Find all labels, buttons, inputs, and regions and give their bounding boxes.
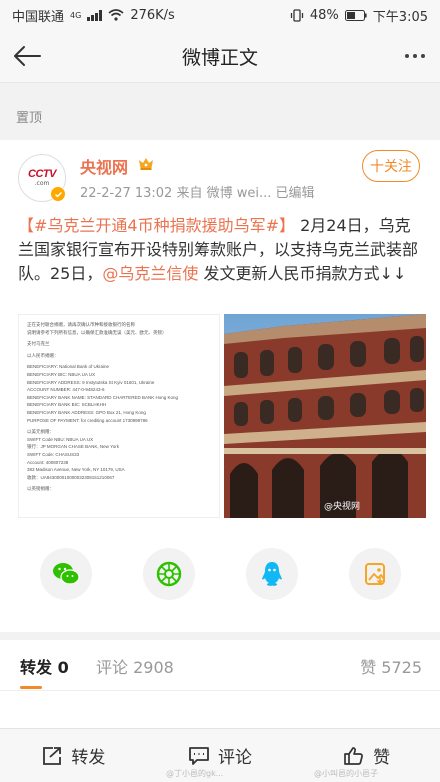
back-button[interactable] — [10, 40, 44, 72]
share-wechat-button[interactable] — [39, 548, 92, 600]
network-speed: 276K/s — [130, 7, 175, 23]
battery-percent: 48% — [309, 7, 339, 23]
doc-line: 收款：UA843000010000032308151210067 — [27, 474, 115, 480]
arrow-left-icon — [14, 46, 41, 66]
tab-like[interactable]: 赞 5725 — [360, 654, 422, 678]
pinned-section: 置顶 — [0, 82, 440, 140]
doc-line: BENEFICIARY ADDRESS: 9 Instytutska St Ky… — [27, 379, 155, 385]
clock: 下午3:05 — [372, 9, 428, 25]
doc-line: 银行：JP MORGAN CHASE BANK, New York — [27, 444, 119, 450]
bottom-watermark-right: @小叫邑的小邑子 — [314, 769, 378, 778]
more-dot — [405, 54, 409, 58]
pinned-label: 置顶 — [16, 111, 43, 126]
post-text-tail: 发文更新人民币捐款方式↓↓ — [198, 264, 407, 283]
save-image-icon — [364, 563, 385, 585]
vibrate-icon — [290, 8, 304, 22]
doc-line: BENEFICIARY BIC: NBUA UA UX — [27, 371, 96, 377]
active-tab-indicator — [20, 686, 42, 689]
doc-line: 以美元捐赠： — [27, 429, 54, 435]
verified-icon — [50, 186, 66, 202]
post-text: 【#乌克兰开通4币种捐款援助乌军#】 2月24日，乌克兰国家银行宣布开设特别筹款… — [18, 214, 422, 286]
more-dot — [421, 54, 425, 58]
doc-line: SWIFT Code NBU: NBUA UA UX — [27, 436, 94, 442]
bottom-watermark-left: @丁小邑的gk... — [166, 769, 224, 778]
doc-line: ACCOUNT NUMBER: 447-0-948243-6 — [27, 387, 105, 393]
doc-line: BENEFICIARY: National Bank of Ukraine — [27, 364, 109, 370]
wifi-icon — [108, 9, 124, 21]
signal-icon — [87, 9, 103, 21]
share-moments-button[interactable] — [142, 548, 195, 600]
comment-icon — [189, 746, 209, 765]
like-label: 赞 — [373, 748, 391, 768]
share-qq-button[interactable] — [245, 548, 298, 600]
save-image-button[interactable] — [348, 548, 401, 600]
topic-link[interactable]: 【#乌克兰开通4币种捐款援助乌军#】 — [18, 216, 295, 235]
tab-forward[interactable]: 转发 0 — [20, 654, 69, 678]
doc-line: 说明请参考下列所有信息，以确保汇款准确无误（美元、欧元、英镑） — [27, 329, 167, 335]
post-card: CCTV .com 央视网 22-2-27 13:02 来自 微博 wei...… — [0, 140, 440, 632]
doc-line: 以英镑捐赠： — [27, 486, 54, 492]
doc-line: BENEFICIARY BANK NAME: STANDARD CHARTERE… — [27, 394, 178, 400]
thumbs-up-icon — [344, 746, 364, 765]
battery-icon — [344, 9, 367, 21]
nav-bar: 微博正文 — [0, 30, 440, 82]
mention-link[interactable]: @乌克兰信使 — [102, 264, 198, 283]
more-dot — [413, 54, 417, 58]
doc-line: BENEFICIARY BANK ADDRESS: GPO Box 21, Ho… — [27, 409, 146, 415]
doc-line: 正在支付联合捐赠，请再次确认币种和接收银行的名称 — [27, 322, 135, 327]
moments-icon — [156, 561, 181, 587]
doc-line: 383 Madison Avenue, New York, NY 10179, … — [27, 467, 125, 473]
image-grid: 正在支付联合捐赠，请再次确认币种和接收银行的名称说明请参考下列所有信息，以确保汇… — [18, 314, 426, 518]
crown-icon — [139, 158, 153, 170]
doc-line: SWIFT Code: CHASUS33 — [27, 451, 80, 457]
doc-line: PURPOSE OF PAYMENT: for crediting accoun… — [27, 417, 148, 423]
forward-label: 转发 — [71, 748, 106, 768]
cctv-logo: CCTV — [28, 168, 56, 180]
qq-icon — [261, 562, 282, 586]
more-button[interactable] — [400, 42, 430, 70]
doc-line: BENEFICIARY BANK BIC: SCBLHKHH — [27, 402, 107, 408]
post-image-building[interactable]: @央视网 — [224, 314, 426, 518]
author-name[interactable]: 央视网 — [80, 154, 128, 178]
doc-line: Account: 400807238 — [27, 459, 69, 465]
share-row — [0, 548, 440, 604]
doc-line: 以人民币捐赠： — [27, 352, 59, 358]
comment-label: 评论 — [218, 748, 252, 768]
forward-icon — [43, 746, 62, 765]
cctv-logo-domain: .com — [34, 180, 50, 187]
doc-line: 支付乌克兰 — [27, 341, 50, 347]
follow-button[interactable]: 十关注 — [362, 150, 420, 182]
post-meta: 22-2-27 13:02 来自 微博 wei... 已编辑 — [80, 186, 315, 201]
interaction-tabs: 转发 0 评论 2908 赞 5725 — [0, 640, 440, 690]
building-photo — [224, 314, 426, 518]
post-image-document[interactable]: 正在支付联合捐赠，请再次确认币种和接收银行的名称说明请参考下列所有信息，以确保汇… — [18, 314, 220, 518]
page-title: 微博正文 — [181, 46, 258, 69]
status-bar: 中国联通 4G 276K/s 48% 下午3:05 — [0, 0, 440, 30]
image-watermark: @央视网 — [324, 502, 361, 512]
tab-comment[interactable]: 评论 2908 — [96, 654, 174, 678]
carrier-label: 中国联通 — [12, 9, 65, 25]
forward-button[interactable]: 转发 — [0, 729, 147, 782]
wechat-icon — [52, 563, 80, 585]
network-type-label: 4G — [70, 10, 82, 20]
forward-list-empty — [0, 690, 440, 728]
